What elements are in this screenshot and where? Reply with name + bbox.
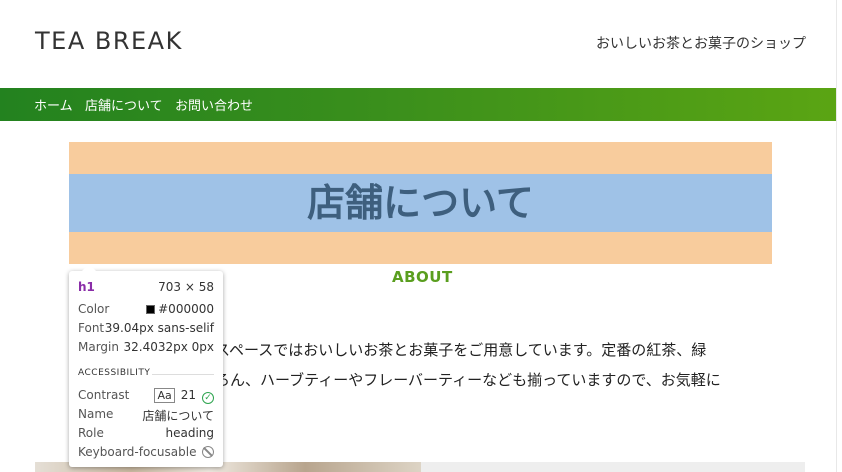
inspector-keyboard-label: Keyboard-focusable bbox=[78, 445, 197, 459]
inspector-divider bbox=[152, 374, 214, 375]
inspector-color-value-wrap: #000000 bbox=[146, 302, 214, 316]
inspector-contrast-row: Contrast Aa 21 ✓ bbox=[78, 388, 214, 404]
inspector-name-label: Name bbox=[78, 407, 114, 421]
main-nav: ホーム 店舗について お問い合わせ bbox=[0, 88, 842, 121]
inspector-color-label: Color bbox=[78, 302, 110, 316]
inspector-font-row: Font 39.04px sans-selif bbox=[78, 321, 214, 337]
block-icon bbox=[202, 446, 214, 458]
inspector-dimensions: 703 × 58 bbox=[158, 280, 214, 294]
inspector-tag: h1 bbox=[78, 280, 95, 294]
inspector-contrast-label: Contrast bbox=[78, 388, 130, 402]
inspector-contrast-value-wrap: Aa 21 ✓ bbox=[154, 388, 214, 404]
contrast-aa-sample: Aa bbox=[154, 388, 175, 403]
body-text-line-1: スペースではおいしいお茶とお菓子をご用意しています。定番の紅茶、緑 bbox=[215, 341, 707, 359]
tooltip-arrow bbox=[82, 264, 96, 271]
inspector-color-value: #000000 bbox=[158, 302, 214, 316]
inspector-margin-row: Margin 32.4032px 0px bbox=[78, 340, 214, 356]
inspector-tooltip: h1 703 × 58 Color #000000 Font 39.04px s… bbox=[69, 264, 223, 467]
inspector-contrast-value: 21 bbox=[180, 388, 196, 402]
inspector-margin-label: Margin bbox=[78, 340, 119, 354]
inspector-header-row: h1 703 × 58 bbox=[78, 280, 214, 296]
inspector-font-value: 39.04px sans-selif bbox=[104, 321, 214, 335]
inspector-keyboard-row: Keyboard-focusable bbox=[78, 445, 214, 461]
nav-item-about[interactable]: 店舗について bbox=[85, 95, 163, 114]
site-logo[interactable]: TEA BREAK bbox=[35, 27, 183, 55]
section-label-about: ABOUT bbox=[392, 268, 453, 286]
h1-margin-highlight: 店舗について bbox=[69, 142, 772, 264]
nav-item-home[interactable]: ホーム bbox=[34, 95, 73, 114]
inspector-role-value: heading bbox=[165, 426, 214, 440]
body-text-line-2: ろん、ハーブティーやフレーバーティーなども揃っていますので、お気軽に bbox=[215, 371, 721, 389]
inspector-role-row: Role heading bbox=[78, 426, 214, 442]
inspector-font-label: Font bbox=[78, 321, 105, 335]
inspector-accessibility-heading: ACCESSIBILITY bbox=[78, 368, 151, 378]
inspector-name-row: Name 店舗について bbox=[78, 407, 214, 423]
h1-content-highlight: 店舗について bbox=[69, 174, 772, 232]
inspector-margin-value: 32.4032px 0px bbox=[123, 340, 214, 354]
inspector-name-value: 店舗について bbox=[142, 409, 214, 423]
page-title: 店舗について bbox=[307, 181, 534, 225]
page-scrollbar[interactable] bbox=[836, 0, 842, 472]
site-header: TEA BREAK おいしいお茶とお菓子のショップ bbox=[0, 0, 842, 88]
site-tagline: おいしいお茶とお菓子のショップ bbox=[596, 36, 806, 52]
inspector-color-row: Color #000000 bbox=[78, 302, 214, 318]
color-swatch-icon bbox=[146, 305, 156, 314]
inspector-role-label: Role bbox=[78, 426, 104, 440]
gallery-image-right bbox=[421, 462, 805, 472]
inspector-keyboard-value bbox=[202, 445, 214, 459]
check-circle-icon: ✓ bbox=[202, 392, 214, 404]
nav-item-contact[interactable]: お問い合わせ bbox=[175, 95, 253, 114]
